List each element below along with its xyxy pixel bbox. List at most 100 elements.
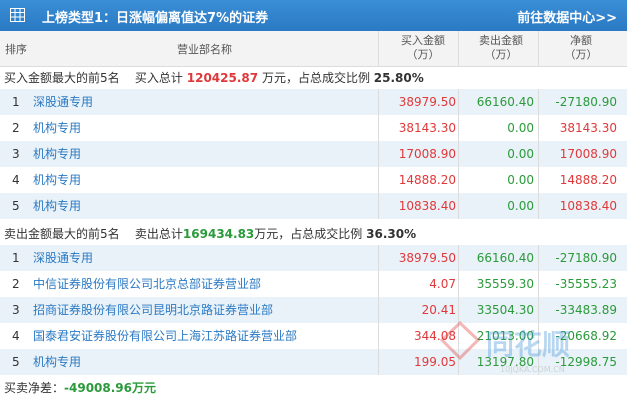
- row-net-amount: 10838.40: [559, 199, 617, 213]
- row-rank: 3: [12, 303, 20, 317]
- row-dept-link[interactable]: 机构专用: [33, 349, 81, 375]
- row-sell-amount: 0.00: [507, 147, 534, 161]
- col-divider: [538, 193, 539, 219]
- table-row: 2 中信证券股份有限公司北京总部证券营业部 4.07 35559.30 -35555.2…: [0, 271, 627, 297]
- table-row: 3 机构专用 17008.90 0.00 17008.90: [0, 141, 627, 167]
- row-buy-amount: 17008.90: [398, 147, 456, 161]
- buy-total-label: 买入总计: [134, 71, 183, 85]
- buy-section-summary: 买入金额最大的前5名 买入总计 120425.87 万元，占总成交比例 25.8…: [4, 69, 424, 86]
- row-dept-link[interactable]: 深股通专用: [33, 245, 93, 271]
- col-sell-line1: 卖出金额: [479, 34, 523, 47]
- watermark-logo-icon: 同花顺 10JQKA.COM.CN: [439, 320, 570, 374]
- row-net-amount: -27180.90: [555, 95, 617, 109]
- row-dept-link[interactable]: 机构专用: [33, 193, 81, 219]
- buy-ratio: 25.80%: [373, 71, 424, 85]
- sell-total-value: 169434.83: [182, 227, 255, 241]
- watermark-text: 同花顺: [486, 328, 570, 361]
- row-dept-link[interactable]: 深股通专用: [33, 89, 93, 115]
- table-row: 4 机构专用 14888.20 0.00 14888.20: [0, 167, 627, 193]
- row-net-amount: 17008.90: [559, 147, 617, 161]
- panel-title: 上榜类型1：日涨幅偏离值达7%的证券: [42, 11, 269, 26]
- col-divider: [458, 167, 459, 193]
- row-dept-link[interactable]: 中信证券股份有限公司北京总部证券营业部: [33, 271, 261, 297]
- col-divider: [458, 193, 459, 219]
- row-rank: 1: [12, 251, 20, 265]
- row-rank: 2: [12, 121, 20, 135]
- col-sell-line2: （万）: [484, 48, 518, 61]
- col-divider: [538, 141, 539, 167]
- row-sell-amount: 0.00: [507, 199, 534, 213]
- col-divider: [538, 115, 539, 141]
- col-divider: [378, 271, 379, 297]
- row-sell-amount: 0.00: [507, 121, 534, 135]
- table-icon: [10, 8, 25, 22]
- row-buy-amount: 4.07: [429, 277, 456, 291]
- col-divider: [458, 115, 459, 141]
- table-row: 1 深股通专用 38979.50 66160.40 -27180.90: [0, 89, 627, 115]
- row-buy-amount: 38143.30: [398, 121, 456, 135]
- col-divider: [458, 245, 459, 271]
- table-row: 5 机构专用 10838.40 0.00 10838.40: [0, 193, 627, 219]
- net-difference-label: 买卖净差：: [4, 381, 65, 395]
- row-sell-amount: 66160.40: [476, 95, 534, 109]
- col-divider: [458, 271, 459, 297]
- col-divider: [538, 271, 539, 297]
- row-buy-amount: 38979.50: [398, 251, 456, 265]
- row-dept-link[interactable]: 机构专用: [33, 167, 81, 193]
- col-net-line2: （万）: [564, 48, 598, 61]
- row-buy-amount: 10838.40: [398, 199, 456, 213]
- watermark: 同花顺 10JQKA.COM.CN: [439, 318, 610, 381]
- row-dept-link[interactable]: 机构专用: [33, 141, 81, 167]
- col-divider: [378, 115, 379, 141]
- data-center-link[interactable]: 前往数据中心>>: [517, 7, 617, 26]
- sell-ratio: 36.30%: [366, 227, 417, 241]
- row-rank: 5: [12, 355, 20, 369]
- col-net: 净额 （万）: [541, 34, 621, 62]
- sell-section-summary: 卖出金额最大的前5名 卖出总计169434.83万元，占总成交比例 36.30%: [4, 225, 416, 242]
- col-dept: 营业部名称: [177, 43, 232, 56]
- buy-total-unit: 万元，占总成交比例: [261, 71, 370, 85]
- table-row: 2 机构专用 38143.30 0.00 38143.30: [0, 115, 627, 141]
- col-divider: [538, 31, 539, 66]
- table-row: 1 深股通专用 38979.50 66160.40 -27180.90: [0, 245, 627, 271]
- row-dept-link[interactable]: 机构专用: [33, 115, 81, 141]
- col-net-line1: 净额: [570, 34, 592, 47]
- col-divider: [378, 31, 379, 66]
- row-sell-amount: 66160.40: [476, 251, 534, 265]
- sell-total-unit: 万元，占总成交比例: [254, 227, 363, 241]
- row-rank: 2: [12, 277, 20, 291]
- row-net-amount: -35555.23: [555, 277, 617, 291]
- row-buy-amount: 38979.50: [398, 95, 456, 109]
- col-divider: [458, 141, 459, 167]
- row-rank: 1: [12, 95, 20, 109]
- row-buy-amount: 14888.20: [398, 173, 456, 187]
- col-divider: [538, 89, 539, 115]
- buy-section-label: 买入金额最大的前5名: [4, 71, 120, 85]
- col-divider: [378, 167, 379, 193]
- col-divider: [458, 89, 459, 115]
- col-buy: 买入金额 （万）: [383, 34, 463, 62]
- col-divider: [378, 89, 379, 115]
- buy-total-value: 120425.87: [186, 71, 259, 85]
- row-sell-amount: 35559.30: [476, 277, 534, 291]
- watermark-sub: 10JQKA.COM.CN: [500, 365, 565, 374]
- col-divider: [538, 245, 539, 271]
- col-buy-line1: 买入金额: [401, 34, 445, 47]
- col-divider: [378, 193, 379, 219]
- row-dept-link[interactable]: 招商证券股份有限公司昆明北京路证券营业部: [33, 297, 273, 323]
- row-rank: 3: [12, 147, 20, 161]
- col-divider: [378, 323, 379, 349]
- col-sell: 卖出金额 （万）: [461, 34, 541, 62]
- row-sell-amount: 0.00: [507, 173, 534, 187]
- net-difference: 买卖净差：-49008.96万元: [4, 379, 156, 396]
- col-divider: [378, 297, 379, 323]
- sell-section-label: 卖出金额最大的前5名: [4, 227, 120, 241]
- row-dept-link[interactable]: 国泰君安证券股份有限公司上海江苏路证券营业部: [33, 323, 297, 349]
- col-divider: [378, 245, 379, 271]
- col-divider: [538, 167, 539, 193]
- col-divider: [378, 141, 379, 167]
- net-difference-value: -49008.96万元: [64, 381, 157, 395]
- row-rank: 4: [12, 329, 20, 343]
- col-buy-line2: （万）: [406, 48, 440, 61]
- col-divider: [458, 31, 459, 66]
